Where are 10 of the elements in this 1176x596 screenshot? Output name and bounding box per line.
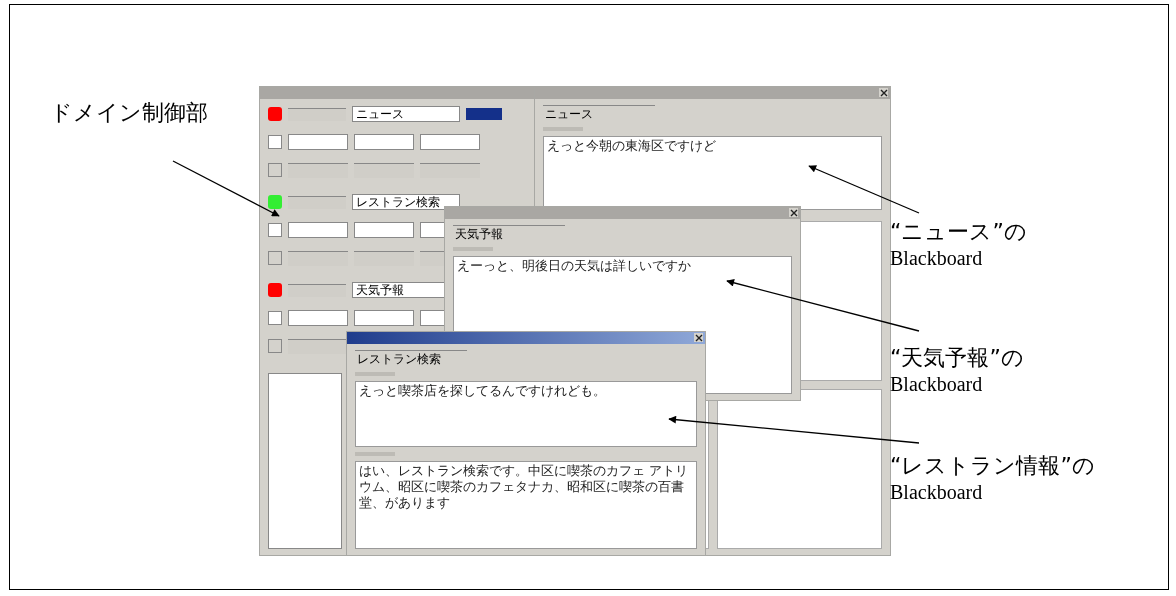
domain-name-field: ニュース — [543, 105, 655, 122]
callout-label: Blackboard — [890, 246, 984, 271]
domain-name-field: 天気予報 — [453, 225, 565, 242]
callout-label: ドメイン制御部 — [50, 100, 208, 126]
domain-name-field: レストラン検索 — [355, 350, 467, 367]
callout-label: “ニュース”の — [890, 219, 1027, 245]
callout-label: Blackboard — [890, 372, 984, 397]
callout-label: Blackboard — [890, 480, 984, 505]
callout-label: “天気予報”の — [890, 345, 1024, 371]
callout-label: “レストラン情報”の — [890, 453, 1095, 479]
